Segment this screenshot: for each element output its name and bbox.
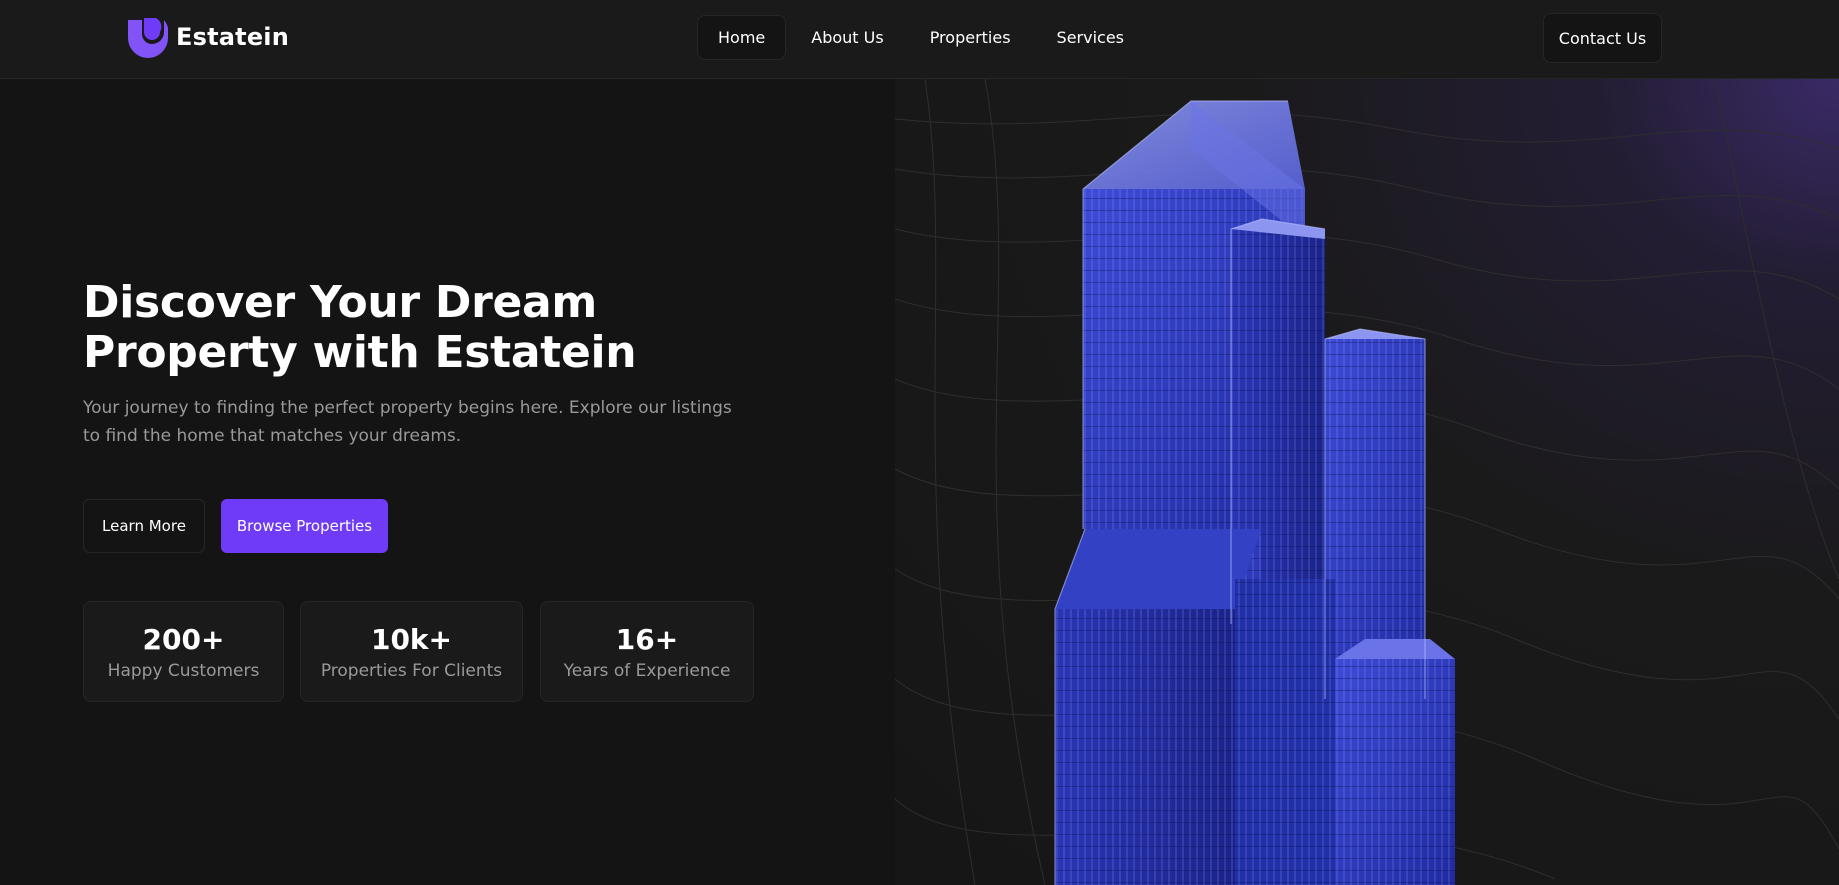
site-header: Estatein Home About Us Properties Servic… [0, 0, 1839, 79]
stat-card-customers: 200+ Happy Customers [83, 601, 284, 702]
estatein-logo-icon [128, 18, 168, 58]
hero-title-line-1: Discover Your Dream [83, 277, 597, 328]
hero-image [895, 79, 1839, 885]
browse-properties-button[interactable]: Browse Properties [221, 499, 388, 553]
hero-title: Discover Your Dream Property with Estate… [83, 278, 643, 378]
hero-subtitle: Your journey to finding the perfect prop… [83, 398, 732, 446]
brand-name: Estatein [176, 23, 290, 51]
tower-lower-left [1055, 529, 1261, 885]
nav-item-home[interactable]: Home [697, 15, 787, 60]
hero-title-line-2: Property with Estatein [83, 327, 637, 378]
contact-us-button[interactable]: Contact Us [1543, 13, 1662, 63]
stat-label: Happy Customers [107, 660, 260, 681]
stat-card-properties: 10k+ Properties For Clients [300, 601, 523, 702]
nav-item-properties[interactable]: Properties [909, 15, 1032, 60]
stat-value: 16+ [615, 622, 679, 656]
tower-lower-right [1335, 639, 1455, 885]
page: Estatein Home About Us Properties Servic… [0, 0, 1839, 885]
brand-logo[interactable]: Estatein [126, 16, 289, 58]
stat-label: Properties For Clients [320, 660, 503, 681]
tower-lower-middle [1235, 579, 1335, 885]
stat-card-experience: 16+ Years of Experience [540, 601, 754, 702]
stat-label: Years of Experience [563, 660, 731, 681]
building-illustration [895, 79, 1839, 885]
nav-item-services[interactable]: Services [1036, 15, 1145, 60]
stat-value: 10k+ [370, 622, 453, 656]
nav-item-about-us[interactable]: About Us [790, 15, 904, 60]
learn-more-button[interactable]: Learn More [83, 499, 205, 553]
stat-value: 200+ [142, 622, 225, 656]
main-nav: Home About Us Properties Services [697, 15, 1149, 60]
